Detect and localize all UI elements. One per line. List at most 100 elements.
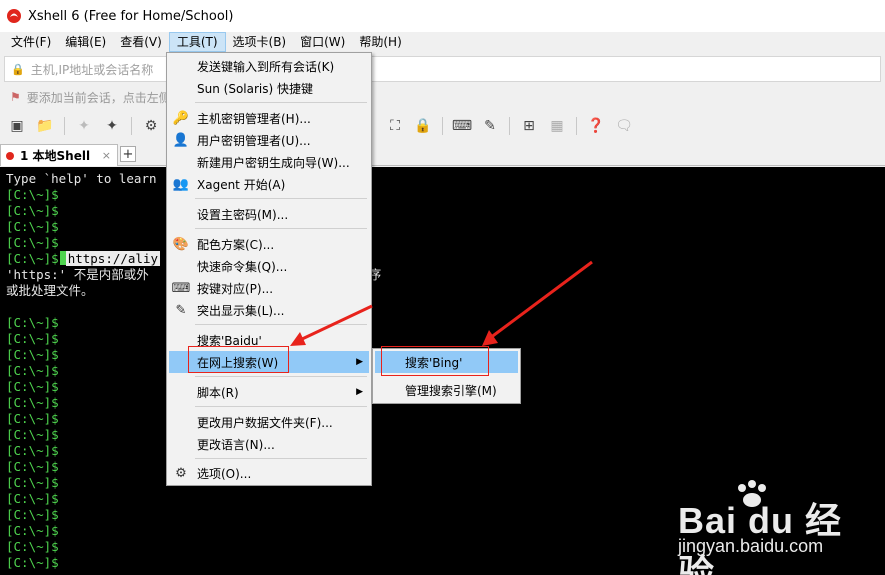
menu-separator: [195, 324, 367, 325]
bookmark-icon: ⚑: [10, 90, 21, 104]
gear-icon: ⚙: [175, 465, 187, 481]
error-text-1: 'https:' 不是内部或外: [6, 267, 149, 282]
menu-item-user-data-folder[interactable]: 更改用户数据文件夹(F)...: [169, 411, 369, 433]
toolbar-separator: [131, 117, 132, 135]
menu-item-send-keys[interactable]: 发送键输入到所有会话(K): [169, 55, 369, 77]
terminal-error: 'https:' 不是内部或外序: [6, 267, 885, 283]
terminal-prompt: [C:\~]$: [6, 235, 59, 250]
menu-item-label: 用户密钥管理者(U)...: [197, 133, 311, 148]
color-scheme-icon: 🎨: [172, 236, 190, 252]
menu-separator: [195, 458, 367, 459]
menu-window[interactable]: 窗口(W): [293, 32, 352, 52]
terminal-prompt: [C:\~]$: [6, 187, 59, 202]
address-input[interactable]: 🔒 主机,IP地址或会话名称: [4, 56, 881, 82]
terminal-error-2: 或批处理文件。: [6, 283, 94, 298]
terminal-prompt: [C:\~]$: [6, 443, 59, 458]
menu-item-label: 更改语言(N)...: [197, 437, 275, 452]
title-bar: Xshell 6 (Free for Home/School): [0, 0, 885, 32]
toolbar-separator: [509, 117, 510, 135]
session-hint-text: 要添加当前会话，点击左侧: [26, 90, 171, 105]
terminal-prompt: [C:\~]$: [6, 219, 59, 234]
terminal-prompt: [C:\~]$: [6, 427, 59, 442]
menu-item-host-key-manager[interactable]: 🔑 主机密钥管理者(H)...: [169, 107, 369, 129]
menu-item-label: Xagent 开始(A): [197, 177, 286, 192]
menu-item-label: 设置主密码(M)...: [197, 207, 289, 222]
toolbar-separator: [442, 117, 443, 135]
menu-item-language[interactable]: 更改语言(N)...: [169, 433, 369, 455]
menu-separator: [195, 228, 367, 229]
highlight-icon: ✎: [175, 302, 187, 318]
disconnect-icon[interactable]: ✦: [73, 115, 95, 137]
submenu-arrow-icon: ▶: [356, 387, 363, 397]
menu-separator: [195, 102, 367, 103]
baidu-jingyan-watermark: Bai du 经验 jingyan.baidu.com: [676, 480, 876, 575]
fullscreen-icon[interactable]: ⛶: [384, 115, 406, 137]
menu-item-manage-search-engines[interactable]: 管理搜索引擎(M): [375, 379, 518, 401]
tab-local-shell[interactable]: 1 本地Shell ×: [0, 144, 118, 166]
menu-item-label: 更改用户数据文件夹(F)...: [197, 415, 333, 430]
annotation-box-web-search: [188, 346, 289, 373]
terminal-command-line: [C:\~]$ https://aliy: [6, 251, 885, 267]
terminal-prompt: [C:\~]$: [6, 411, 59, 426]
chat-icon[interactable]: 🗨: [613, 115, 635, 137]
terminal-prompt: [C:\~]$: [6, 459, 59, 474]
menu-help[interactable]: 帮助(H): [352, 32, 408, 52]
terminal-blank: [6, 299, 885, 315]
key-manager-icon: 🔑: [172, 110, 190, 126]
properties-icon[interactable]: ⚙: [140, 115, 162, 137]
menu-bar: 文件(F) 编辑(E) 查看(V) 工具(T) 选项卡(B) 窗口(W) 帮助(…: [0, 32, 885, 52]
close-icon[interactable]: ×: [102, 149, 111, 162]
menu-item-user-key-manager[interactable]: 👤 用户密钥管理者(U)...: [169, 129, 369, 151]
terminal-prompt: [C:\~]$: [6, 331, 59, 346]
highlight-icon[interactable]: ✎: [479, 115, 501, 137]
xagent-icon: 👥: [172, 176, 190, 192]
terminal-cursor: [59, 251, 66, 265]
menu-item-master-password[interactable]: 设置主密码(M)...: [169, 203, 369, 225]
menu-tools[interactable]: 工具(T): [168, 32, 226, 52]
lock-icon: 🔒: [11, 62, 25, 76]
menu-separator: [195, 198, 367, 199]
address-placeholder: 主机,IP地址或会话名称: [30, 62, 154, 77]
menu-view[interactable]: 查看(V): [113, 32, 169, 52]
menu-item-key-wizard[interactable]: 新建用户密钥生成向导(W)...: [169, 151, 369, 173]
menu-item-label: 按键对应(P)...: [197, 281, 274, 296]
toolbar-separator: [64, 117, 65, 135]
menu-item-scripts[interactable]: 脚本(R) ▶: [169, 381, 369, 403]
menu-item-highlight-sets[interactable]: ✎ 突出显示集(L)...: [169, 299, 369, 321]
open-folder-icon[interactable]: 📁: [34, 115, 56, 137]
add-tab-button[interactable]: +: [120, 146, 136, 162]
menu-item-sun-keys[interactable]: Sun (Solaris) 快捷键: [169, 77, 369, 99]
reconnect-icon[interactable]: ✦: [101, 115, 123, 137]
keyboard-icon[interactable]: ⌨: [451, 115, 473, 137]
help-icon[interactable]: ❓: [585, 115, 607, 137]
menu-item-key-mapping[interactable]: ⌨ 按键对应(P)...: [169, 277, 369, 299]
new-session-icon[interactable]: ▣: [6, 115, 28, 137]
menu-item-label: 快速命令集(Q)...: [197, 259, 288, 274]
terminal-prompt: [C:\~]$: [6, 251, 59, 266]
menu-edit[interactable]: 编辑(E): [58, 32, 113, 52]
selected-command: https://aliy: [65, 251, 160, 266]
menu-item-label: 管理搜索引擎(M): [405, 383, 497, 398]
lock-screen-icon[interactable]: 🔒: [412, 115, 434, 137]
layout-icon[interactable]: ▦: [546, 115, 568, 137]
toolbar: ▣ 📁 ✦ ✦ ⚙ ⛶ 🔒 ⌨ ✎ ⊞ ▦ ❓ 🗨: [0, 112, 885, 140]
menu-tabs[interactable]: 选项卡(B): [226, 32, 294, 52]
menu-item-label: 发送键输入到所有会话(K): [197, 59, 335, 74]
tab-label: 1 本地Shell: [20, 149, 91, 163]
menu-item-color-scheme[interactable]: 🎨 配色方案(C)...: [169, 233, 369, 255]
menu-item-label: 配色方案(C)...: [197, 237, 275, 252]
watermark-url: jingyan.baidu.com: [678, 536, 824, 556]
menu-file[interactable]: 文件(F): [4, 32, 58, 52]
add-icon[interactable]: ⊞: [518, 115, 540, 137]
menu-item-options[interactable]: ⚙ 选项(O)...: [169, 462, 369, 484]
watermark-brand: Bai du 经验: [678, 500, 843, 575]
user-key-icon: 👤: [172, 132, 190, 148]
terminal-intro: Type `help' to learn: [6, 171, 157, 186]
menu-separator: [195, 376, 367, 377]
terminal-prompt: [C:\~]$: [6, 203, 59, 218]
toolbar-separator: [576, 117, 577, 135]
menu-separator: [195, 406, 367, 407]
keyboard-icon: ⌨: [171, 280, 191, 296]
menu-item-quick-commands[interactable]: 快速命令集(Q)...: [169, 255, 369, 277]
menu-item-xagent[interactable]: 👥 Xagent 开始(A): [169, 173, 369, 195]
